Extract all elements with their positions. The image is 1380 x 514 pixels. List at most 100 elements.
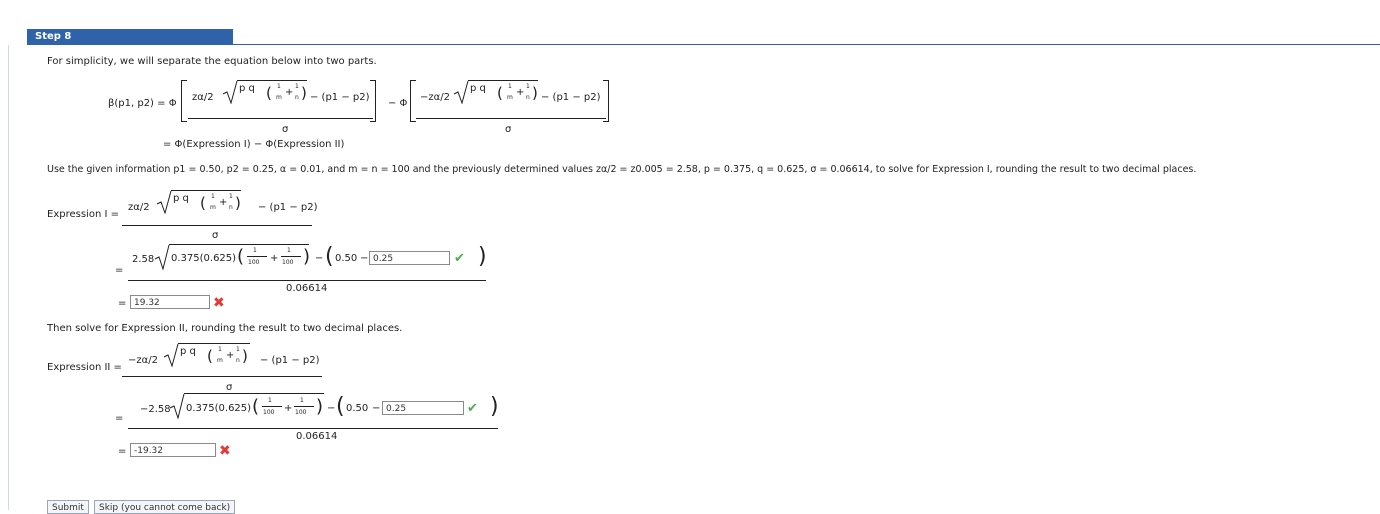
mini-bar bbox=[294, 406, 314, 407]
plus: + bbox=[226, 350, 235, 361]
expr1-z: zα/2 bbox=[128, 202, 150, 213]
fraction-bar bbox=[188, 118, 373, 119]
frac: m bbox=[217, 357, 223, 364]
expr1-result-input[interactable]: 19.32 bbox=[130, 295, 210, 309]
beta-pq-1: p q bbox=[239, 83, 255, 94]
expr2-denom: 0.06614 bbox=[296, 431, 338, 442]
frac: 1 bbox=[229, 193, 233, 200]
fraction-bar bbox=[122, 225, 312, 226]
expr1-p2-input[interactable]: 0.25 bbox=[369, 251, 450, 265]
expr2-plus: + bbox=[284, 403, 293, 414]
mini-bar bbox=[247, 256, 267, 257]
expr2-one: 1 bbox=[300, 397, 304, 404]
expr2-sigma: σ bbox=[226, 382, 233, 393]
expr2-hundred: 100 bbox=[263, 409, 275, 416]
beta-second-line: = Φ(Expression I) − Φ(Expression II) bbox=[163, 139, 345, 150]
beta-lhs: β(p1, p2) = Φ bbox=[108, 98, 177, 109]
submit-button[interactable]: Submit bbox=[47, 500, 89, 514]
paren: ( bbox=[497, 84, 503, 102]
expr1-minus: − bbox=[315, 253, 324, 264]
paren: ) bbox=[303, 246, 311, 267]
expr1-label: Expression I = bbox=[47, 209, 119, 220]
beta-z-1: zα/2 bbox=[192, 92, 214, 103]
expr2-label: Expression II = bbox=[47, 362, 122, 373]
step-tab: Step 8 bbox=[27, 29, 233, 44]
plus: + bbox=[219, 197, 228, 208]
x-icon: ✖ bbox=[213, 295, 225, 311]
frac: n bbox=[229, 204, 233, 211]
x-icon: ✖ bbox=[219, 443, 231, 459]
paren: ) bbox=[235, 194, 241, 212]
fraction-bar bbox=[416, 118, 606, 119]
left-bracket-1 bbox=[181, 80, 187, 122]
sqrt-icon bbox=[156, 190, 172, 214]
check-icon: ✔ bbox=[454, 251, 465, 266]
expr1-coef: 2.58 bbox=[132, 254, 155, 265]
sqrt-bar bbox=[171, 190, 241, 192]
expr1-result-eq: = bbox=[118, 298, 127, 309]
paren: ( bbox=[252, 396, 260, 417]
expr2-p2-input[interactable]: 0.25 bbox=[382, 401, 464, 415]
expr1-under: 0.375(0.625) bbox=[171, 253, 237, 264]
frac: 1 bbox=[236, 346, 240, 353]
expr2-coef: −2.58 bbox=[140, 404, 171, 415]
expr2-hundred: 100 bbox=[295, 409, 307, 416]
frac: n bbox=[526, 94, 530, 101]
intro-text: For simplicity, we will separate the equ… bbox=[47, 56, 377, 67]
sqrt-bar bbox=[468, 80, 538, 82]
expr2-result-eq: = bbox=[118, 446, 127, 457]
beta-sigma-1: σ bbox=[282, 124, 289, 135]
paren: ) bbox=[242, 347, 248, 365]
frac: 1 bbox=[277, 83, 281, 90]
sqrt-bar bbox=[178, 343, 250, 345]
expr1-minus-p: − (p1 − p2) bbox=[258, 202, 318, 213]
paren: ) bbox=[490, 394, 499, 419]
beta-minus-phi: − Φ bbox=[388, 98, 408, 109]
right-bracket-2 bbox=[603, 80, 609, 122]
fraction-bar bbox=[128, 280, 486, 281]
paren: ) bbox=[301, 84, 307, 102]
paren: ( bbox=[325, 244, 334, 269]
sqrt-icon bbox=[453, 80, 469, 104]
then-text: Then solve for Expression II, rounding t… bbox=[47, 323, 403, 334]
paren: ( bbox=[207, 347, 213, 365]
expr2-p1: 0.50 bbox=[346, 403, 369, 414]
frac: m bbox=[507, 94, 513, 101]
frac: 1 bbox=[218, 346, 222, 353]
left-bracket-2 bbox=[410, 80, 416, 122]
expr2-minus-p: − (p1 − p2) bbox=[260, 355, 320, 366]
expr2-result-input[interactable]: -19.32 bbox=[130, 443, 216, 457]
fraction-bar bbox=[122, 376, 322, 377]
paren: ( bbox=[200, 194, 206, 212]
paren: ) bbox=[478, 244, 487, 269]
beta-minus-p-2: − (p1 − p2) bbox=[541, 92, 601, 103]
expr2-sub-eq: = bbox=[115, 413, 124, 424]
frac: 1 bbox=[211, 193, 215, 200]
expr2-z: −zα/2 bbox=[128, 355, 158, 366]
expr1-sigma: σ bbox=[212, 230, 219, 241]
sqrt-icon bbox=[222, 80, 238, 104]
expr1-minus: − bbox=[360, 253, 369, 264]
left-border bbox=[8, 45, 9, 510]
given-info: Use the given information p1 = 0.50, p2 … bbox=[47, 164, 1197, 175]
sqrt-icon bbox=[154, 244, 170, 270]
beta-z-2: −zα/2 bbox=[420, 92, 450, 103]
expr1-p1: 0.50 bbox=[335, 253, 358, 264]
paren: ) bbox=[316, 396, 324, 417]
beta-pq-2: p q bbox=[470, 83, 486, 94]
frac: n bbox=[295, 94, 299, 101]
sqrt-icon bbox=[163, 343, 179, 367]
expr1-one: 1 bbox=[287, 247, 291, 254]
frac: n bbox=[236, 357, 240, 364]
frac: m bbox=[210, 204, 216, 211]
paren: ) bbox=[532, 84, 538, 102]
paren: ( bbox=[237, 246, 245, 267]
expr2-one: 1 bbox=[268, 397, 272, 404]
sqrt-bar bbox=[237, 80, 307, 82]
expr1-sub-eq: = bbox=[115, 265, 124, 276]
expr2-pq: p q bbox=[180, 346, 196, 357]
plus: + bbox=[516, 87, 525, 98]
skip-button[interactable]: Skip (you cannot come back) bbox=[94, 500, 236, 514]
mini-bar bbox=[281, 256, 301, 257]
expr1-plus: + bbox=[270, 253, 279, 264]
